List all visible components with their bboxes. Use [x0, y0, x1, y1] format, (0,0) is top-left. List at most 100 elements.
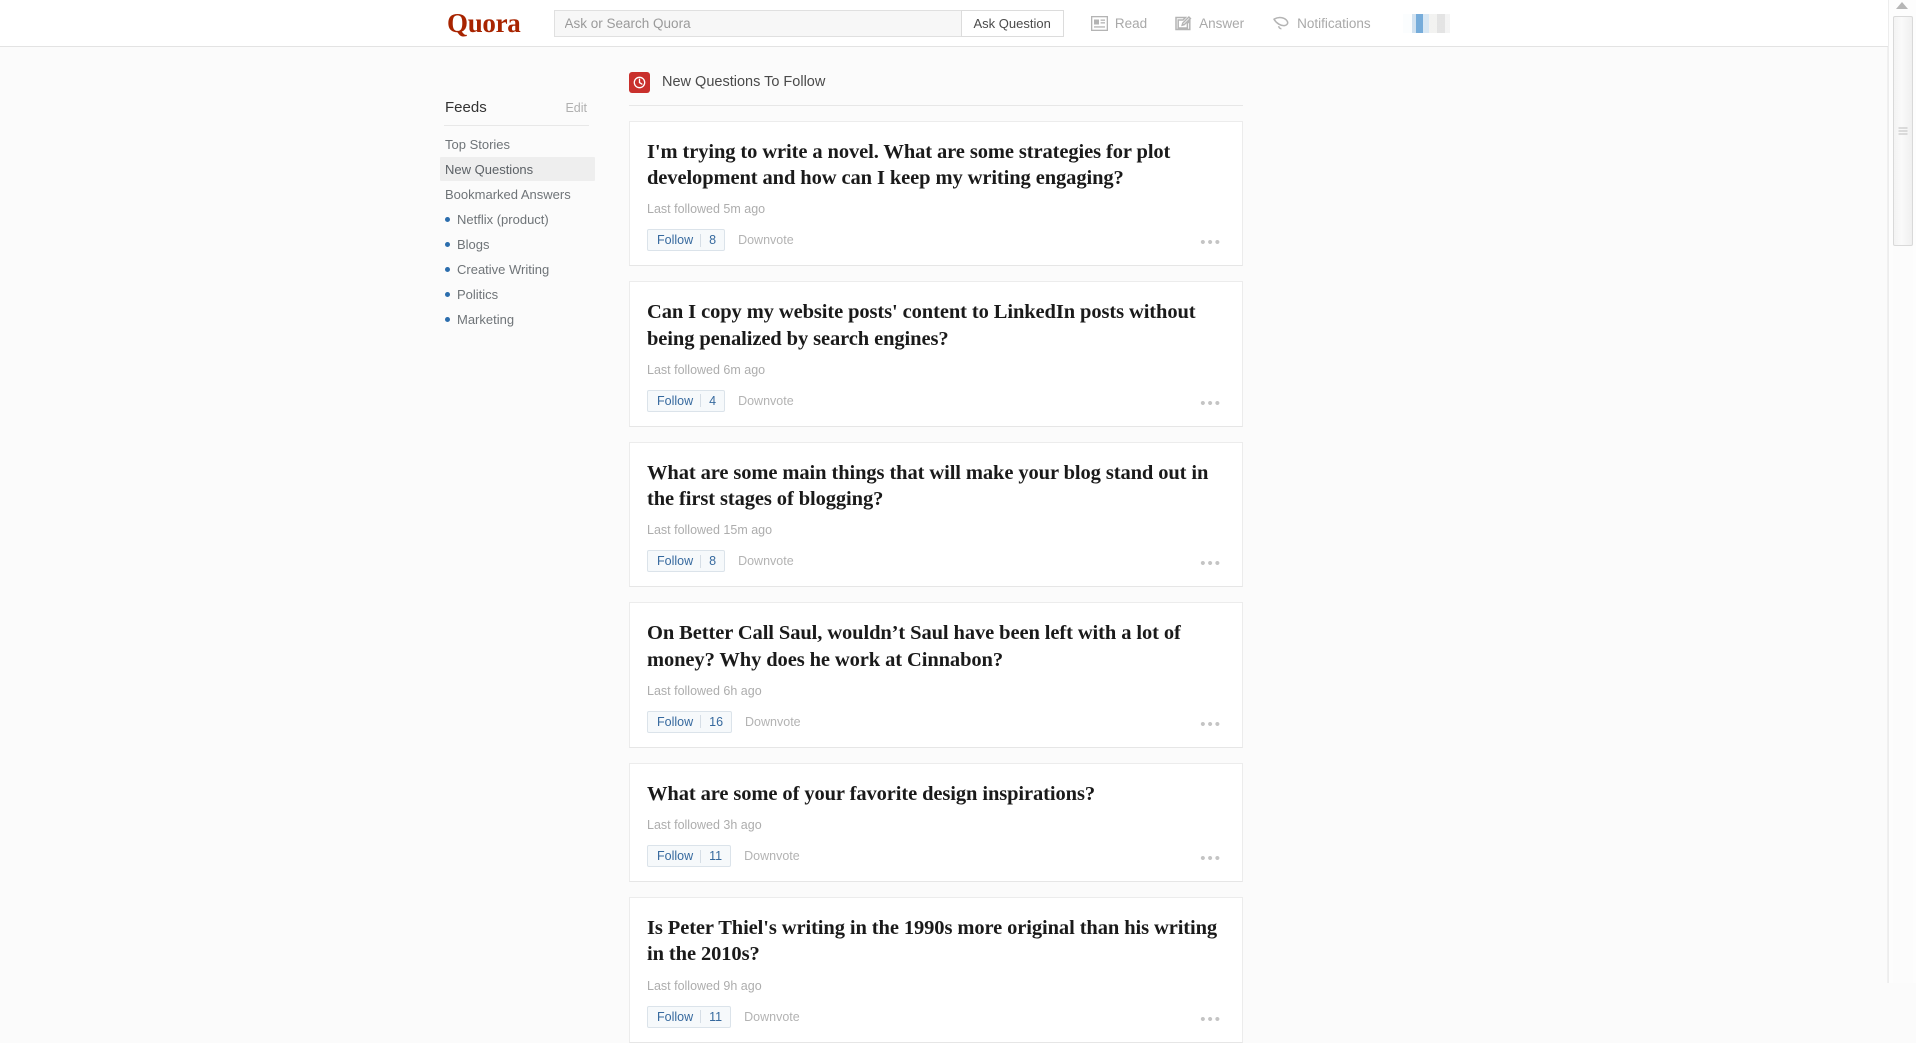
question-card: What are some main things that will make… [629, 442, 1243, 587]
avatar [1403, 14, 1450, 33]
scrollbar-grip-icon [1899, 128, 1908, 135]
sidebar-item-bookmarked-answers[interactable]: Bookmarked Answers [440, 182, 595, 206]
sidebar-item-new-questions[interactable]: New Questions [440, 157, 595, 181]
nav-label-read: Read [1115, 16, 1147, 31]
sidebar-item-politics[interactable]: Politics [440, 282, 595, 306]
sidebar-item-netflix-product[interactable]: Netflix (product) [440, 207, 595, 231]
question-actions: Follow 8 Downvote [647, 550, 1222, 572]
bullet-icon [445, 267, 450, 272]
bullet-icon [445, 292, 450, 297]
clock-icon [629, 72, 650, 93]
user-avatar-menu[interactable] [1403, 14, 1450, 33]
sidebar-item-top-stories[interactable]: Top Stories [440, 132, 595, 156]
more-options-button[interactable]: ••• [1200, 238, 1222, 248]
more-options-button[interactable]: ••• [1200, 854, 1222, 864]
sidebar-item-blogs[interactable]: Blogs [440, 232, 595, 256]
sidebar-item-creative-writing[interactable]: Creative Writing [440, 257, 595, 281]
sidebar-divider [444, 125, 589, 126]
nav-label-notifications: Notifications [1297, 16, 1371, 31]
question-card: Is Peter Thiel's writing in the 1990s mo… [629, 897, 1243, 1042]
downvote-button[interactable]: Downvote [744, 1010, 800, 1024]
sidebar-item-label: Creative Writing [457, 262, 549, 277]
sidebar-title: Feeds [445, 99, 487, 116]
question-meta: Last followed 5m ago [647, 202, 1222, 216]
more-options-button[interactable]: ••• [1200, 399, 1222, 409]
sidebar-item-label: Top Stories [445, 137, 510, 152]
search-input[interactable] [554, 10, 961, 37]
vertical-scrollbar[interactable] [1888, 0, 1916, 983]
question-meta: Last followed 15m ago [647, 523, 1222, 537]
follow-button[interactable]: Follow 8 [647, 550, 725, 572]
bullet-icon [445, 217, 450, 222]
follow-label: Follow [648, 715, 700, 729]
sidebar-edit-link[interactable]: Edit [565, 101, 587, 115]
nav-item-notifications[interactable]: Notifications [1272, 15, 1371, 31]
follow-count: 11 [701, 849, 730, 863]
question-title[interactable]: Can I copy my website posts' content to … [647, 299, 1222, 351]
answer-pencil-icon [1175, 15, 1192, 31]
nav-label-answer: Answer [1199, 16, 1244, 31]
question-card: What are some of your favorite design in… [629, 763, 1243, 882]
sidebar-item-label: Blogs [457, 237, 490, 252]
sidebar-item-label: New Questions [445, 162, 533, 177]
question-meta: Last followed 3h ago [647, 818, 1222, 832]
top-navigation-bar: Quora Ask Question Read [0, 0, 1888, 47]
question-card: On Better Call Saul, wouldn’t Saul have … [629, 602, 1243, 747]
question-actions: Follow 4 Downvote [647, 390, 1222, 412]
question-card: I'm trying to write a novel. What are so… [629, 121, 1243, 266]
downvote-button[interactable]: Downvote [744, 849, 800, 863]
more-options-button[interactable]: ••• [1200, 1015, 1222, 1025]
follow-count: 11 [701, 1010, 730, 1024]
question-title[interactable]: What are some main things that will make… [647, 460, 1222, 512]
nav-item-answer[interactable]: Answer [1175, 15, 1244, 31]
follow-label: Follow [648, 554, 700, 568]
feed-header: New Questions To Follow [629, 72, 1243, 106]
question-title[interactable]: On Better Call Saul, wouldn’t Saul have … [647, 620, 1222, 672]
read-icon [1091, 16, 1108, 31]
nav-item-read[interactable]: Read [1091, 16, 1147, 31]
follow-count: 16 [701, 715, 731, 729]
page-body: Feeds Edit Top Stories New Questions Boo… [0, 47, 1888, 983]
sidebar-header: Feeds Edit [440, 99, 595, 116]
quora-logo[interactable]: Quora [447, 10, 521, 37]
follow-count: 8 [701, 233, 724, 247]
question-actions: Follow 16 Downvote [647, 711, 1222, 733]
sidebar-item-label: Politics [457, 287, 498, 302]
follow-button[interactable]: Follow 11 [647, 1006, 731, 1028]
question-actions: Follow 11 Downvote [647, 845, 1222, 867]
question-actions: Follow 11 Downvote [647, 1006, 1222, 1028]
follow-label: Follow [648, 394, 700, 408]
follow-count: 4 [701, 394, 724, 408]
more-options-button[interactable]: ••• [1200, 559, 1222, 569]
follow-button[interactable]: Follow 11 [647, 845, 731, 867]
follow-button[interactable]: Follow 16 [647, 711, 732, 733]
question-meta: Last followed 9h ago [647, 979, 1222, 993]
feed-title: New Questions To Follow [662, 74, 825, 90]
follow-button[interactable]: Follow 8 [647, 229, 725, 251]
question-meta: Last followed 6m ago [647, 363, 1222, 377]
ask-question-button[interactable]: Ask Question [961, 10, 1064, 37]
downvote-button[interactable]: Downvote [745, 715, 801, 729]
bullet-icon [445, 242, 450, 247]
header-nav-items: Read Answer Notificati [1091, 14, 1450, 33]
notifications-bell-icon [1272, 15, 1290, 31]
more-options-button[interactable]: ••• [1200, 720, 1222, 730]
sidebar-item-label: Netflix (product) [457, 212, 549, 227]
follow-button[interactable]: Follow 4 [647, 390, 725, 412]
sidebar-item-marketing[interactable]: Marketing [440, 307, 595, 331]
downvote-button[interactable]: Downvote [738, 554, 794, 568]
follow-label: Follow [648, 1010, 700, 1024]
feed-column: New Questions To Follow I'm trying to wr… [629, 72, 1243, 1043]
scroll-up-arrow-icon[interactable] [1896, 2, 1908, 9]
question-title[interactable]: I'm trying to write a novel. What are so… [647, 139, 1222, 191]
downvote-button[interactable]: Downvote [738, 394, 794, 408]
question-title[interactable]: What are some of your favorite design in… [647, 781, 1222, 807]
follow-label: Follow [648, 849, 700, 863]
question-title[interactable]: Is Peter Thiel's writing in the 1990s mo… [647, 915, 1222, 967]
scrollbar-thumb[interactable] [1893, 16, 1913, 246]
bullet-icon [445, 317, 450, 322]
follow-label: Follow [648, 233, 700, 247]
question-actions: Follow 8 Downvote [647, 229, 1222, 251]
downvote-button[interactable]: Downvote [738, 233, 794, 247]
question-meta: Last followed 6h ago [647, 684, 1222, 698]
